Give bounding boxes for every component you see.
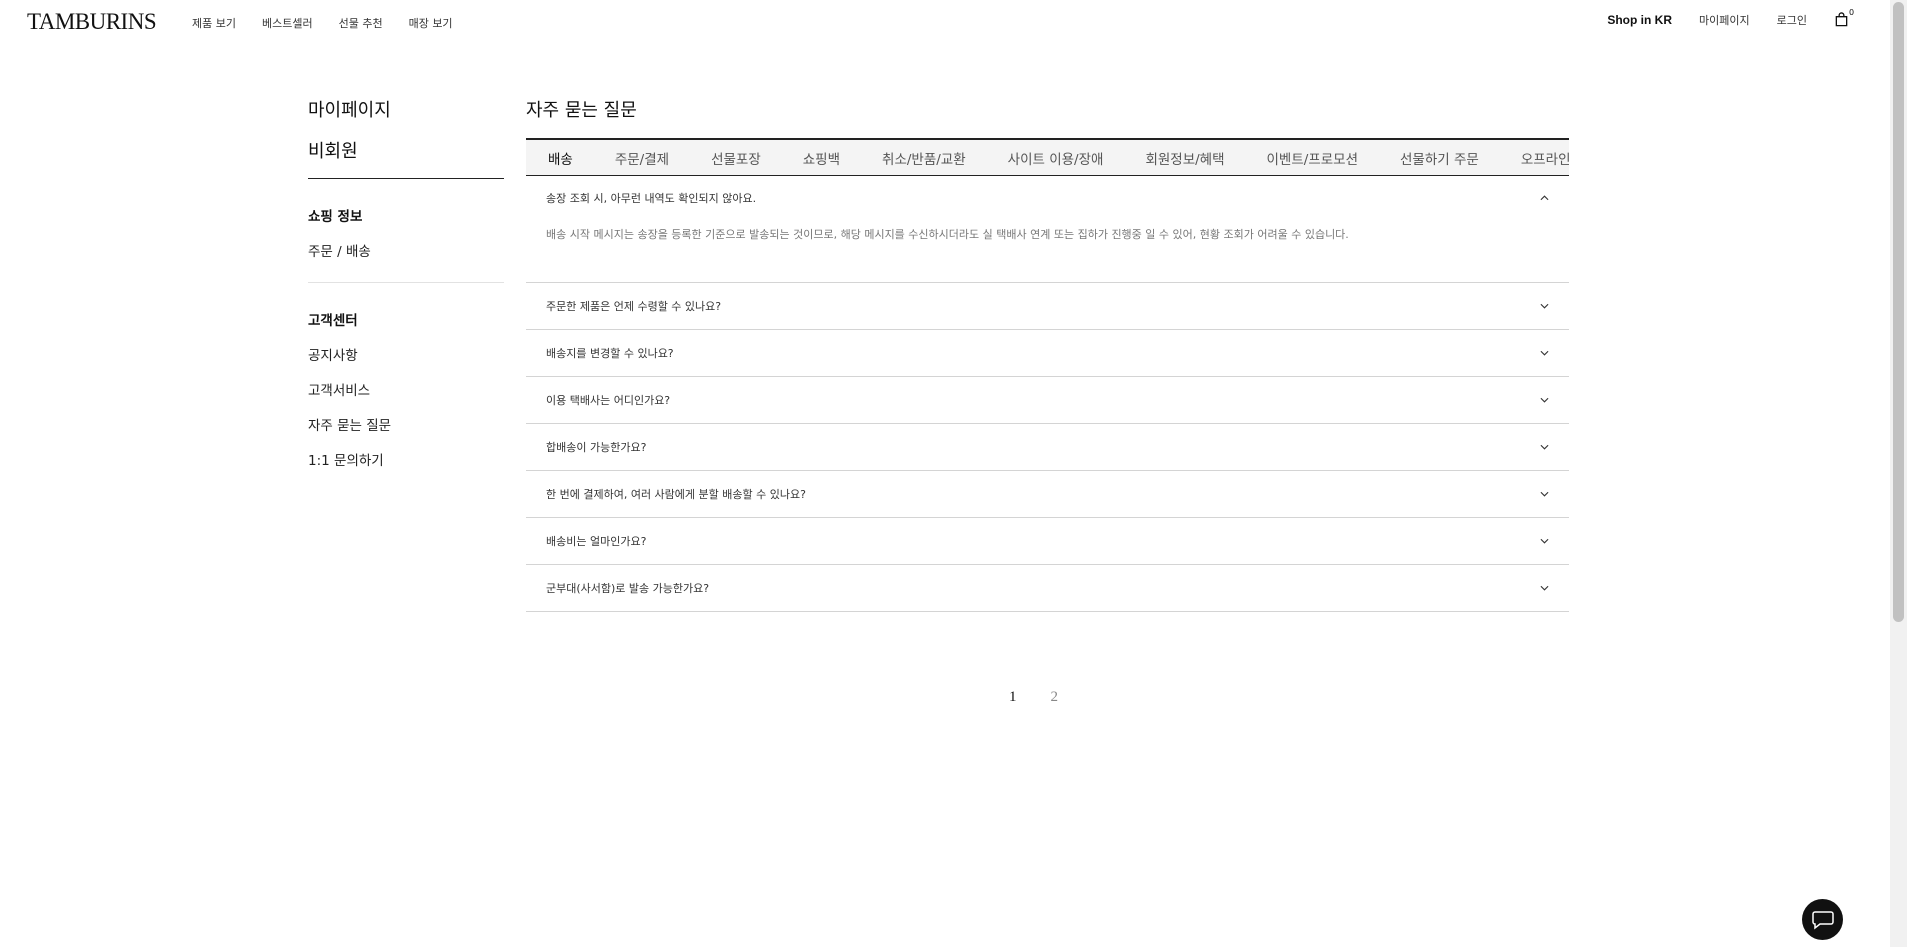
- chevron-down-icon: [1539, 489, 1549, 499]
- faq-question: 송장 조회 시, 아무런 내역도 확인되지 않아요.: [546, 192, 757, 205]
- sidebar-divider: [308, 178, 504, 179]
- nav-products[interactable]: 제품 보기: [192, 15, 236, 31]
- shop-region-link[interactable]: Shop in KR: [1607, 13, 1672, 27]
- faq-item: 합배송이 가능한가요?: [526, 424, 1569, 471]
- faq-question: 이용 택배사는 어디인가요?: [546, 394, 671, 407]
- faq-question-toggle[interactable]: 배송비는 얼마인가요?: [526, 518, 1569, 564]
- faq-item: 배송비는 얼마인가요?: [526, 518, 1569, 565]
- cart-count: 0: [1849, 8, 1855, 17]
- tab-membership[interactable]: 회원정보/혜택: [1124, 148, 1245, 168]
- pagination: 1 2: [1009, 689, 1058, 706]
- chevron-down-icon: [1539, 395, 1549, 405]
- sidebar-heading-cs: 고객센터: [308, 313, 358, 329]
- chevron-down-icon: [1539, 348, 1549, 358]
- sidebar-divider: [308, 282, 504, 283]
- shopping-bag-icon: [1835, 12, 1848, 27]
- tab-order-payment[interactable]: 주문/결제: [594, 148, 690, 168]
- faq-item: 한 번에 결제하여, 여러 사람에게 분할 배송할 수 있나요?: [526, 471, 1569, 518]
- sidebar-cs-section: 고객센터 공지사항 고객서비스 자주 묻는 질문 1:1 문의하기: [308, 309, 504, 469]
- faq-item: 배송지를 변경할 수 있나요?: [526, 330, 1569, 377]
- faq-question: 주문한 제품은 언제 수령할 수 있나요?: [546, 300, 722, 313]
- sidebar-shopping-section: 쇼핑 정보 주문 / 배송: [308, 205, 504, 260]
- faq-question: 군부대(사서함)로 발송 가능한가요?: [546, 582, 710, 595]
- tab-cancel-return[interactable]: 취소/반품/교환: [861, 148, 987, 168]
- chevron-down-icon: [1539, 583, 1549, 593]
- faq-question: 배송비는 얼마인가요?: [546, 535, 647, 548]
- nav-gift[interactable]: 선물 추천: [339, 15, 383, 31]
- faq-question: 합배송이 가능한가요?: [546, 441, 647, 454]
- main-nav: 제품 보기 베스트셀러 선물 추천 매장 보기: [192, 15, 453, 31]
- sidebar-item-notice[interactable]: 공지사항: [308, 344, 504, 364]
- nav-bestseller[interactable]: 베스트셀러: [262, 15, 313, 31]
- page-title: 자주 묻는 질문: [526, 100, 637, 121]
- page-1-link[interactable]: 1: [1009, 689, 1017, 706]
- sidebar-item-orders[interactable]: 주문 / 배송: [308, 240, 504, 260]
- sidebar-title: 마이페이지: [308, 100, 391, 121]
- page-scrollbar[interactable]: [1890, 0, 1907, 947]
- page-2-link[interactable]: 2: [1051, 689, 1059, 706]
- tab-gift-order[interactable]: 선물하기 주문: [1379, 148, 1500, 168]
- faq-item: 군부대(사서함)로 발송 가능한가요?: [526, 565, 1569, 612]
- cart-button[interactable]: 0: [1834, 8, 1854, 28]
- sidebar-item-service[interactable]: 고객서비스: [308, 379, 504, 399]
- faq-question-toggle[interactable]: 배송지를 변경할 수 있나요?: [526, 330, 1569, 376]
- faq-question-toggle[interactable]: 군부대(사서함)로 발송 가능한가요?: [526, 565, 1569, 611]
- faq-question-toggle[interactable]: 이용 택배사는 어디인가요?: [526, 377, 1569, 423]
- login-link[interactable]: 로그인: [1777, 12, 1807, 28]
- sidebar-item-inquiry[interactable]: 1:1 문의하기: [308, 449, 504, 469]
- user-type-label: 비회원: [308, 141, 358, 162]
- scrollbar-thumb[interactable]: [1893, 2, 1904, 622]
- faq-item: 이용 택배사는 어디인가요?: [526, 377, 1569, 424]
- nav-stores[interactable]: 매장 보기: [409, 15, 453, 31]
- mypage-link[interactable]: 마이페이지: [1699, 12, 1750, 28]
- tab-events[interactable]: 이벤트/프로모션: [1246, 148, 1380, 168]
- faq-main: 자주 묻는 질문 배송 주문/결제 선물포장 쇼핑백 취소/반품/교환 사이트 …: [526, 96, 1569, 612]
- header-utilities: Shop in KR 마이페이지 로그인 0: [1607, 8, 1854, 28]
- faq-list: 송장 조회 시, 아무런 내역도 확인되지 않아요. 배송 시작 메시지는 송장…: [526, 176, 1569, 612]
- tab-gift-wrap[interactable]: 선물포장: [690, 148, 782, 168]
- sidebar-heading-shopping: 쇼핑 정보: [308, 209, 363, 225]
- mypage-sidebar: 마이페이지 비회원 쇼핑 정보 주문 / 배송 고객센터 공지사항 고객서비스 …: [308, 96, 504, 469]
- faq-item: 주문한 제품은 언제 수령할 수 있나요?: [526, 283, 1569, 330]
- site-header: TAMBURINS 제품 보기 베스트셀러 선물 추천 매장 보기 Shop i…: [0, 0, 1890, 44]
- faq-question-toggle[interactable]: 주문한 제품은 언제 수령할 수 있나요?: [526, 283, 1569, 329]
- faq-question-toggle[interactable]: 한 번에 결제하여, 여러 사람에게 분할 배송할 수 있나요?: [526, 471, 1569, 517]
- faq-category-tabs: 배송 주문/결제 선물포장 쇼핑백 취소/반품/교환 사이트 이용/장애 회원정…: [526, 138, 1569, 176]
- tab-shopping-bag[interactable]: 쇼핑백: [782, 148, 861, 168]
- faq-question-toggle[interactable]: 합배송이 가능한가요?: [526, 424, 1569, 470]
- sidebar-item-faq[interactable]: 자주 묻는 질문: [308, 414, 504, 434]
- chevron-up-icon: [1539, 193, 1549, 203]
- tab-offline[interactable]: 오프라인: [1500, 148, 1569, 168]
- chat-bubble-icon: [1811, 910, 1834, 930]
- chevron-down-icon: [1539, 301, 1549, 311]
- faq-answer: 배송 시작 메시지는 송장을 등록한 기준으로 발송되는 것이므로, 해당 메시…: [546, 228, 1349, 241]
- chevron-down-icon: [1539, 442, 1549, 452]
- faq-question-toggle[interactable]: 송장 조회 시, 아무런 내역도 확인되지 않아요.: [526, 176, 1569, 220]
- faq-question: 배송지를 변경할 수 있나요?: [546, 347, 674, 360]
- faq-question: 한 번에 결제하여, 여러 사람에게 분할 배송할 수 있나요?: [546, 488, 806, 501]
- site-logo[interactable]: TAMBURINS: [27, 9, 157, 35]
- chat-button[interactable]: [1802, 899, 1843, 940]
- chevron-down-icon: [1539, 536, 1549, 546]
- faq-item: 송장 조회 시, 아무런 내역도 확인되지 않아요. 배송 시작 메시지는 송장…: [526, 176, 1569, 283]
- tab-site-usage[interactable]: 사이트 이용/장애: [987, 148, 1125, 168]
- tab-shipping[interactable]: 배송: [526, 148, 594, 168]
